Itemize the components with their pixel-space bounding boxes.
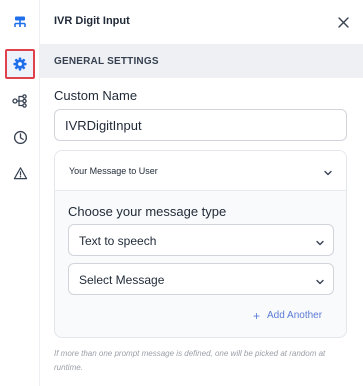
panel-header: IVR Digit Input [40,0,363,44]
chevron-down-icon[interactable] [323,165,333,183]
gear-icon[interactable] [5,49,35,79]
settings-panel: IVR Digit Input GENERAL SETTINGS Custom … [40,0,363,386]
clock-icon[interactable] [5,122,35,152]
panel-title: IVR Digit Input [54,15,130,27]
chevron-down-icon [315,235,325,253]
message-card: Your Message to User Choose your message… [54,150,347,338]
custom-name-input[interactable] [54,109,347,141]
message-select[interactable]: Select Message [68,263,334,295]
custom-name-label: Custom Name [54,88,138,103]
add-another-button[interactable]: + Add Another [253,308,323,323]
message-select-value: Select Message [79,273,165,287]
close-icon[interactable] [336,15,350,29]
flow-icon[interactable] [5,8,35,38]
message-card-title: Your Message to User [69,166,158,176]
section-title: GENERAL SETTINGS [54,56,159,67]
branch-icon[interactable] [5,86,35,116]
warning-icon[interactable] [5,158,35,188]
add-another-label: Add Another [267,310,323,321]
sidebar-rail [0,0,40,386]
message-type-label: Choose your message type [68,204,227,219]
message-card-header[interactable]: Your Message to User [55,151,346,191]
message-type-value: Text to speech [79,234,157,248]
message-type-select[interactable]: Text to speech [68,224,334,256]
plus-icon: + [253,308,261,323]
prompt-footnote: If more than one prompt message is defin… [54,349,326,372]
section-header[interactable]: GENERAL SETTINGS [40,44,363,78]
chevron-down-icon [315,274,325,292]
